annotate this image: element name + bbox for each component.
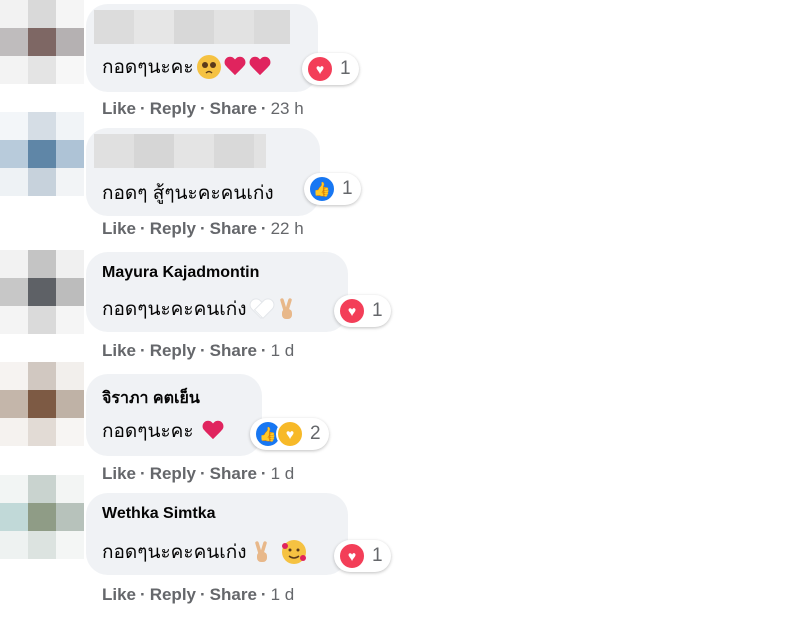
comment-text: กอดๆนะคะคนเก่ง [102, 542, 247, 563]
comment-text: กอดๆนะคะคนเก่ง [102, 299, 247, 320]
comment-text-row: กอดๆ สู้ๆนะคะคนเก่ง [102, 178, 274, 208]
comment-actions: Like · Reply · Share · 1 d [102, 585, 295, 605]
share-button[interactable]: Share [210, 219, 257, 239]
love-reaction-icon: ♥ [338, 297, 366, 325]
reaction-count: 1 [372, 545, 383, 566]
like-button[interactable]: Like [102, 99, 136, 119]
timestamp[interactable]: 1 d [271, 341, 295, 361]
avatar[interactable] [0, 0, 84, 84]
comment-bubble: จิราภา คตเย็น กอดๆนะคะ [86, 374, 262, 456]
comment-text: กอดๆ สู้ๆนะคะคนเก่ง [102, 183, 274, 204]
avatar[interactable] [0, 362, 84, 446]
reaction-summary[interactable]: 👍 1 [304, 173, 361, 205]
share-button[interactable]: Share [210, 464, 257, 484]
comment-text-row: กอดๆนะคะคนเก่ง [102, 537, 306, 567]
love-reaction-icon: ♥ [338, 542, 366, 570]
comment-bubble: กอดๆ สู้ๆนะคะคนเก่ง [86, 128, 320, 216]
timestamp[interactable]: 1 d [271, 585, 295, 605]
timestamp[interactable]: 22 h [271, 219, 304, 239]
avatar[interactable] [0, 112, 84, 196]
pleading-face-icon [196, 55, 221, 79]
timestamp[interactable]: 1 d [271, 464, 295, 484]
victory-hand-icon [250, 540, 274, 564]
comment-bubble: Wethka Simtka กอดๆนะคะคนเก่ง [86, 493, 348, 575]
reply-button[interactable]: Reply [150, 341, 196, 361]
like-button[interactable]: Like [102, 585, 136, 605]
like-reaction-icon: 👍 [308, 175, 336, 203]
reply-button[interactable]: Reply [150, 99, 196, 119]
share-button[interactable]: Share [210, 99, 257, 119]
author-name-blurred[interactable] [94, 134, 266, 168]
author-name-blurred[interactable] [94, 10, 290, 44]
reaction-count: 2 [310, 423, 321, 444]
author-name[interactable]: Mayura Kajadmontin [102, 264, 259, 282]
share-button[interactable]: Share [210, 585, 257, 605]
white-heart-icon [250, 299, 272, 319]
smiling-face-with-hearts-icon [281, 540, 306, 564]
comment-bubble: กอดๆนะคะ [86, 4, 318, 92]
avatar[interactable] [0, 475, 84, 559]
comment-text-row: กอดๆนะคะคนเก่ง [102, 294, 299, 324]
red-heart-icon [249, 57, 271, 77]
comment-actions: Like · Reply · Share · 22 h [102, 219, 304, 239]
comment-actions: Like · Reply · Share · 1 d [102, 341, 295, 361]
share-button[interactable]: Share [210, 341, 257, 361]
like-button[interactable]: Like [102, 341, 136, 361]
reaction-summary[interactable]: 👍 ♥ 2 [250, 418, 329, 450]
timestamp[interactable]: 23 h [271, 99, 304, 119]
reaction-summary[interactable]: ♥ 1 [334, 540, 391, 572]
comment-actions: Like · Reply · Share · 1 d [102, 464, 295, 484]
like-button[interactable]: Like [102, 464, 136, 484]
sparkling-heart-icon [202, 421, 224, 441]
comment-text-row: กอดๆนะคะ [102, 416, 224, 446]
reaction-summary[interactable]: ♥ 1 [302, 53, 359, 85]
reaction-count: 1 [342, 178, 353, 199]
comment-text-row: กอดๆนะคะ [102, 52, 271, 82]
care-reaction-icon: ♥ [276, 420, 304, 448]
reply-button[interactable]: Reply [150, 219, 196, 239]
comment-text: กอดๆนะคะ [102, 421, 194, 442]
reaction-count: 1 [372, 300, 383, 321]
like-button[interactable]: Like [102, 219, 136, 239]
comment-actions: Like · Reply · Share · 23 h [102, 99, 304, 119]
avatar[interactable] [0, 250, 84, 334]
reaction-count: 1 [340, 58, 351, 79]
reaction-summary[interactable]: ♥ 1 [334, 295, 391, 327]
author-name[interactable]: จิราภา คตเย็น [102, 386, 200, 411]
comment-bubble: Mayura Kajadmontin กอดๆนะคะคนเก่ง [86, 252, 348, 332]
reply-button[interactable]: Reply [150, 585, 196, 605]
love-reaction-icon: ♥ [306, 55, 334, 83]
author-name[interactable]: Wethka Simtka [102, 505, 216, 523]
comment-text: กอดๆนะคะ [102, 57, 194, 78]
victory-hand-icon [275, 297, 299, 321]
red-heart-icon [224, 57, 246, 77]
reply-button[interactable]: Reply [150, 464, 196, 484]
